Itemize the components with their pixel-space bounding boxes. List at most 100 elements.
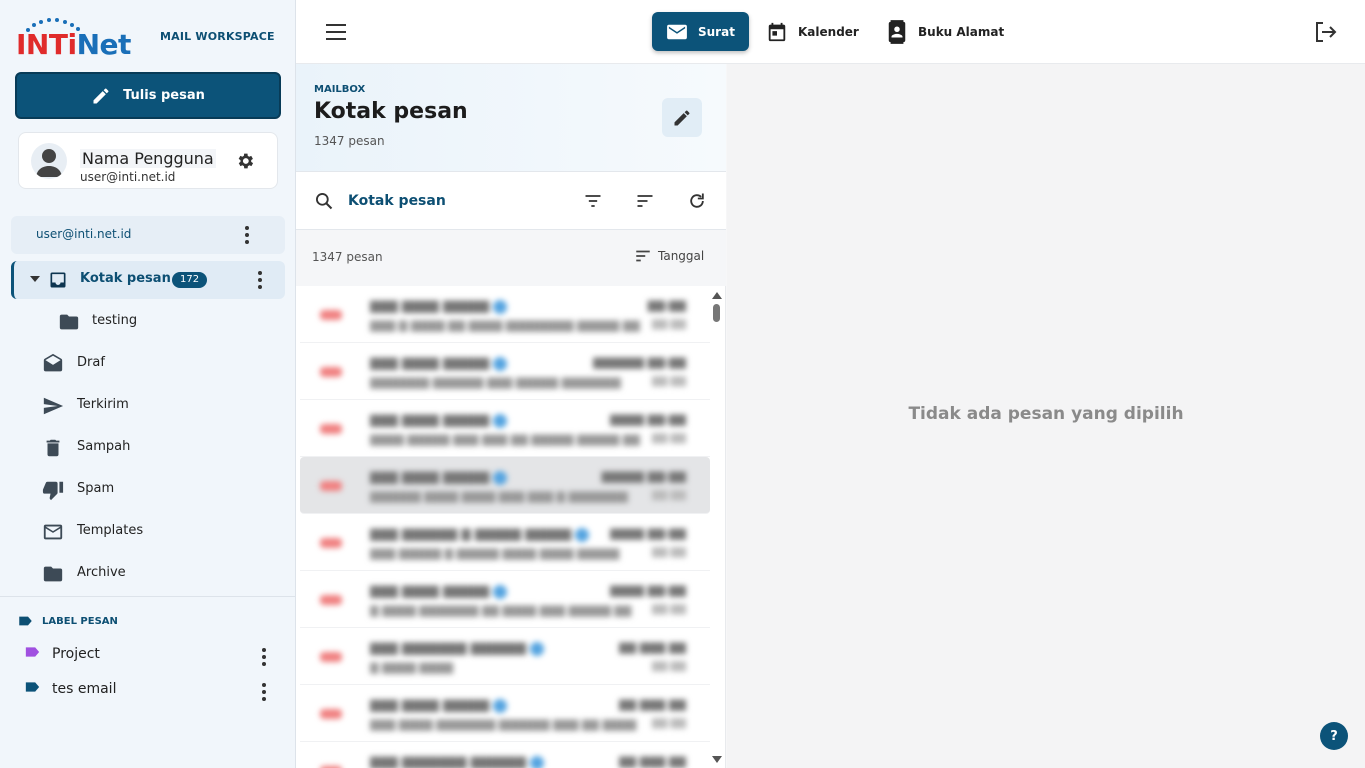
user-card: Nama Pengguna user@inti.net.id	[18, 132, 278, 189]
sidebar-item-testing[interactable]: testing	[0, 302, 295, 340]
unread-badge: 172	[172, 272, 208, 288]
scroll-down-icon[interactable]	[712, 756, 722, 763]
message-list: ▇▇▇ ▇▇▇▇ ▇▇▇▇▇ ▇▇:▇▇ ▇▇▇ ▇ ▇▇▇▇ ▇▇ ▇▇▇▇ ▇▇…	[296, 286, 712, 768]
draft-envelope-icon	[43, 353, 63, 372]
filter-icon[interactable]	[583, 191, 603, 211]
folder-icon	[43, 566, 63, 582]
refresh-icon[interactable]	[687, 191, 707, 211]
list-item[interactable]: ▇▇▇ ▇▇▇▇ ▇▇▇▇▇ ▇▇▇▇ ▇▇:▇▇ ▇▇▇▇ ▇▇▇▇▇ ▇▇▇ ▇…	[300, 400, 710, 457]
label-item-tes-email[interactable]: tes email	[0, 676, 295, 706]
search-bar	[296, 172, 726, 230]
mailbox-header: MAILBOX Kotak pesan 1347 pesan	[296, 64, 726, 172]
logout-icon[interactable]	[1314, 21, 1338, 43]
tab-surat[interactable]: Surat	[652, 12, 749, 51]
folder-label: testing	[92, 313, 138, 328]
intinet-logo: INTiNet	[16, 16, 146, 61]
folder-label: Templates	[77, 523, 144, 538]
calendar-icon	[768, 22, 786, 41]
help-button[interactable]: ?	[1320, 722, 1348, 750]
label-name: Project	[52, 646, 100, 662]
tab-label: Surat	[698, 24, 735, 39]
label-item-project[interactable]: Project	[0, 641, 295, 671]
folder-label: Sampah	[77, 439, 131, 454]
trash-icon	[46, 439, 60, 457]
message-count: 1347 pesan	[312, 250, 383, 264]
sidebar-item-terkirim[interactable]: Terkirim	[0, 386, 295, 424]
label-more-icon[interactable]	[254, 682, 274, 702]
inbox-icon	[50, 272, 66, 288]
compose-label: Tulis pesan	[123, 88, 205, 103]
label-tag-icon	[25, 647, 40, 657]
thumbs-down-icon	[42, 481, 64, 501]
chevron-down-icon[interactable]	[30, 276, 40, 282]
message-list-scrollbar[interactable]	[708, 286, 726, 768]
account-more-icon[interactable]	[237, 225, 257, 245]
label-tag-icon	[19, 616, 32, 626]
inbox-more-icon[interactable]	[250, 270, 270, 290]
compose-button[interactable]: Tulis pesan	[15, 72, 281, 119]
sidebar-item-spam[interactable]: Spam	[0, 470, 295, 508]
account-email: user@inti.net.id	[36, 227, 132, 241]
mail-icon	[43, 524, 63, 540]
send-icon	[43, 397, 64, 415]
list-item[interactable]: ▇▇▇ ▇▇▇▇ ▇▇▇▇▇ ▇▇ ▇▇▇ ▇▇ ▇▇▇ ▇▇▇▇ ▇▇▇▇▇▇▇ …	[300, 685, 710, 742]
pencil-icon	[674, 109, 690, 125]
sidebar-item-templates[interactable]: Templates	[0, 512, 295, 550]
tab-kalender[interactable]: Kalender	[766, 12, 859, 51]
tab-label: Buku Alamat	[918, 24, 1005, 39]
inbox-label: Kotak pesan	[80, 271, 171, 286]
mailbox-title: Kotak pesan	[314, 99, 468, 124]
scroll-up-icon[interactable]	[712, 292, 722, 299]
search-input[interactable]	[348, 188, 548, 214]
user-icon	[36, 149, 62, 177]
divider	[0, 596, 295, 597]
edit-mailbox-button[interactable]	[662, 98, 702, 137]
list-count-bar: 1347 pesan Tanggal	[296, 230, 726, 286]
topbar: Surat Kalender Buku Alamat	[296, 0, 1365, 64]
user-name: Nama Pengguna	[80, 149, 216, 168]
sidebar-item-sampah[interactable]: Sampah	[0, 428, 295, 466]
menu-icon[interactable]	[326, 24, 346, 40]
message-list-panel: MAILBOX Kotak pesan 1347 pesan 1347 pesa…	[296, 64, 726, 768]
sidebar-item-archive[interactable]: Archive	[0, 554, 295, 592]
sort-icon[interactable]	[635, 191, 655, 211]
pencil-icon	[93, 87, 109, 103]
contacts-icon	[888, 19, 906, 44]
tab-buku-alamat[interactable]: Buku Alamat	[886, 12, 1004, 51]
workspace-label: MAIL WORKSPACE	[160, 30, 275, 43]
account-row[interactable]: user@inti.net.id	[11, 216, 285, 254]
folder-label: Archive	[77, 565, 126, 580]
user-email: user@inti.net.id	[80, 170, 176, 184]
tab-label: Kalender	[798, 24, 859, 39]
sidebar: INTiNet MAIL WORKSPACE Tulis pesan Nama …	[0, 0, 296, 768]
sidebar-item-draf[interactable]: Draf	[0, 344, 295, 382]
labels-section-title: LABEL PESAN	[42, 616, 118, 627]
search-icon	[316, 193, 333, 210]
mailbox-kicker: MAILBOX	[314, 84, 366, 95]
label-tag-icon	[25, 682, 40, 692]
list-item[interactable]: ▇▇▇ ▇▇▇▇ ▇▇▇▇▇ ▇▇▇▇▇▇ ▇▇:▇▇ ▇▇▇▇▇▇▇ ▇▇▇▇▇▇…	[300, 343, 710, 400]
folder-label: Terkirim	[77, 397, 129, 412]
list-item[interactable]: ▇▇▇ ▇▇▇▇ ▇▇▇▇▇ ▇▇▇▇ ▇▇:▇▇ ▇ ▇▇▇▇ ▇▇▇▇▇▇▇ ▇…	[300, 571, 710, 628]
label-more-icon[interactable]	[254, 647, 274, 667]
label-name: tes email	[52, 681, 117, 697]
folder-label: Draf	[77, 355, 105, 370]
mail-icon	[667, 24, 687, 39]
sidebar-item-inbox[interactable]: Kotak pesan 172	[11, 261, 285, 299]
mailbox-count: 1347 pesan	[314, 134, 385, 148]
folder-icon	[59, 314, 79, 330]
scroll-thumb[interactable]	[713, 304, 720, 322]
gear-icon[interactable]	[235, 151, 255, 171]
list-item[interactable]: ▇▇▇ ▇▇▇▇▇▇▇ ▇▇▇▇▇▇▇▇ ▇▇▇ ▇▇▇▇▇▇ ▇▇▇▇▇▇:▇…	[300, 742, 710, 768]
reading-pane: Tidak ada pesan yang dipilih ?	[727, 64, 1365, 768]
list-item[interactable]: ▇▇▇ ▇▇▇▇ ▇▇▇▇▇ ▇▇▇▇▇ ▇▇:▇▇ ▇▇▇▇▇▇ ▇▇▇▇ ▇▇▇…	[300, 457, 710, 514]
sort-label: Tanggal	[658, 249, 705, 263]
sort-by-date-button[interactable]: Tanggal	[634, 248, 704, 264]
no-message-selected: Tidak ada pesan yang dipilih	[908, 404, 1184, 424]
list-item[interactable]: ▇▇▇ ▇▇▇▇▇▇ ▇ ▇▇▇▇▇ ▇▇▇▇▇ ▇▇▇▇ ▇▇:▇▇ ▇▇▇ ▇▇…	[300, 514, 710, 571]
avatar	[31, 143, 67, 179]
list-item[interactable]: ▇▇▇ ▇▇▇▇ ▇▇▇▇▇ ▇▇:▇▇ ▇▇▇ ▇ ▇▇▇▇ ▇▇ ▇▇▇▇ ▇▇…	[300, 286, 710, 343]
folder-label: Spam	[77, 481, 115, 496]
list-item[interactable]: ▇▇▇ ▇▇▇▇▇▇▇ ▇▇▇▇▇▇ ▇▇ ▇▇▇ ▇▇ ▇ ▇▇▇▇ ▇▇▇▇ ▇▇…	[300, 628, 710, 685]
sort-icon	[636, 250, 650, 262]
